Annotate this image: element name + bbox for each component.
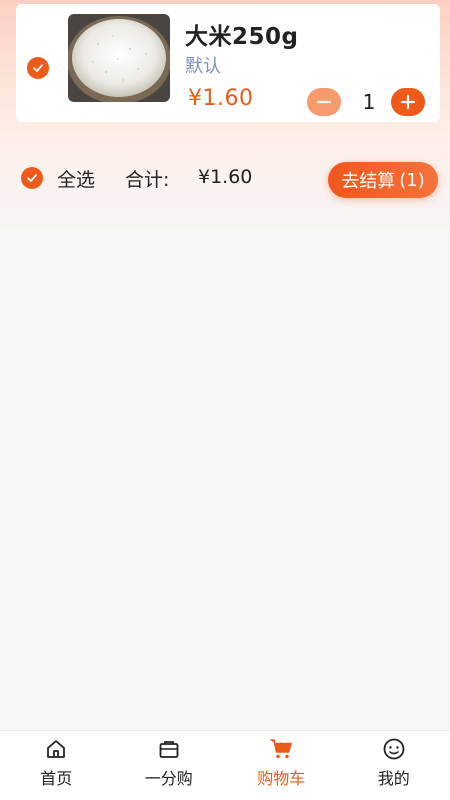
item-select-checkbox[interactable]	[27, 57, 49, 79]
total-label: 合计:	[125, 169, 170, 191]
check-icon	[33, 64, 43, 72]
tab-one-cent-buy-label: 一分购	[144, 769, 193, 788]
tab-home[interactable]: 首页	[0, 731, 113, 800]
cart-page: 大米250g 默认 ¥1.60 1 全选 合计: ¥1.60 去结算 (1) 首…	[0, 0, 450, 800]
tab-home-label: 首页	[40, 769, 73, 788]
select-all-checkbox[interactable]	[21, 167, 43, 189]
tab-one-cent-buy[interactable]: 一分购	[113, 731, 226, 800]
cart-icon	[270, 739, 293, 759]
tab-cart[interactable]: 购物车	[225, 731, 338, 800]
plus-icon	[400, 94, 416, 110]
smiley-icon	[383, 738, 405, 760]
minus-icon	[316, 100, 332, 104]
checkout-count: (1)	[399, 169, 425, 191]
cart-item-card[interactable]: 大米250g 默认 ¥1.60 1	[16, 4, 440, 122]
tab-mine[interactable]: 我的	[338, 731, 450, 800]
product-thumbnail[interactable]	[68, 14, 170, 102]
select-all-label[interactable]: 全选	[57, 165, 95, 192]
checkout-label: 去结算	[341, 171, 396, 192]
product-spec: 默认	[185, 56, 221, 77]
total-value: ¥1.60	[198, 166, 253, 188]
decrease-quantity-button[interactable]	[307, 88, 341, 116]
shopping-bag-icon	[159, 741, 179, 758]
checkout-button[interactable]: 去结算 (1)	[328, 162, 438, 198]
rice-bowl-image	[68, 14, 170, 102]
bottom-tab-bar: 首页 一分购 购物车 我的	[0, 730, 450, 800]
quantity-value: 1	[362, 90, 376, 114]
product-price: ¥1.60	[188, 86, 254, 111]
tab-cart-label: 购物车	[257, 769, 306, 788]
check-icon	[27, 174, 37, 182]
home-icon	[47, 740, 66, 758]
increase-quantity-button[interactable]	[391, 88, 425, 116]
product-name[interactable]: 大米250g	[185, 17, 298, 51]
tab-mine-label: 我的	[377, 769, 410, 788]
